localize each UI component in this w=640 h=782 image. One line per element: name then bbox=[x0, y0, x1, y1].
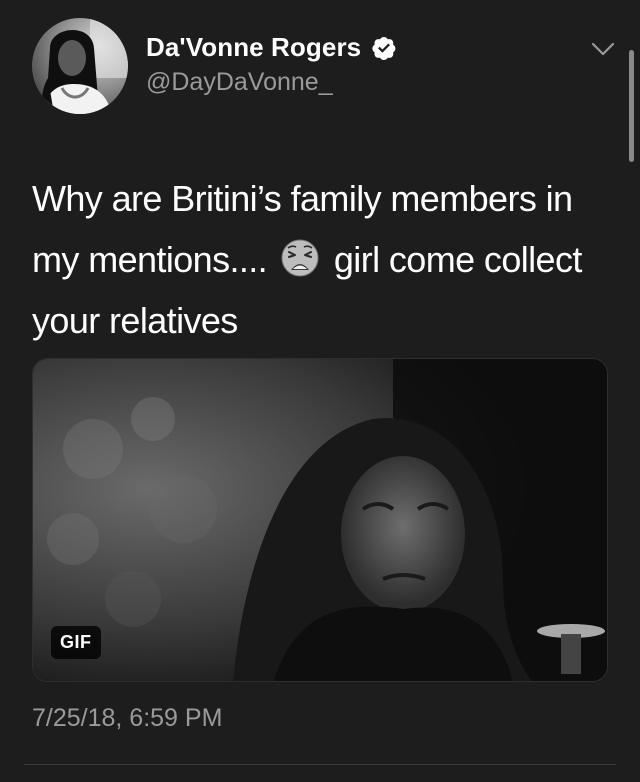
gif-media[interactable]: GIF bbox=[32, 358, 608, 682]
display-name[interactable]: Da'Vonne Rogers bbox=[146, 32, 361, 63]
gif-badge: GIF bbox=[51, 626, 101, 659]
weary-face-emoji-icon bbox=[280, 235, 320, 277]
name-row: Da'Vonne Rogers bbox=[146, 32, 397, 63]
tweet-text: Why are Britini’s family members in my m… bbox=[32, 168, 612, 351]
tweet-timestamp[interactable]: 7/25/18, 6:59 PM bbox=[32, 704, 222, 733]
verified-badge-icon bbox=[371, 35, 397, 61]
avatar[interactable] bbox=[32, 18, 128, 114]
user-handle[interactable]: @DayDaVonne_ bbox=[146, 68, 333, 97]
tweet-detail-page: Da'Vonne Rogers @DayDaVonne_ Why are Bri… bbox=[0, 0, 640, 782]
profile-photo bbox=[32, 18, 128, 114]
gif-frame-image bbox=[33, 359, 607, 681]
divider bbox=[24, 764, 616, 765]
scrollbar[interactable] bbox=[629, 50, 634, 162]
tweet-header: Da'Vonne Rogers @DayDaVonne_ bbox=[32, 18, 616, 118]
chevron-down-icon[interactable] bbox=[590, 36, 616, 62]
